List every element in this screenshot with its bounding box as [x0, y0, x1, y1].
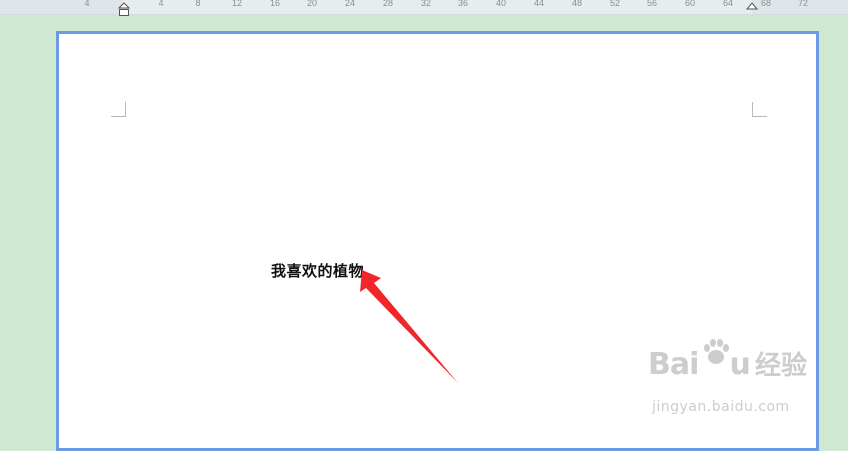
- baidu-watermark: Bai u 经验 jingyan.baidu.com: [648, 339, 807, 415]
- watermark-url: jingyan.baidu.com: [652, 399, 790, 415]
- paw-icon: [704, 339, 729, 364]
- watermark-brand: Bai: [648, 347, 699, 382]
- watermark-brand-suffix: u: [729, 347, 751, 382]
- watermark-brand-cn: 经验: [754, 351, 807, 381]
